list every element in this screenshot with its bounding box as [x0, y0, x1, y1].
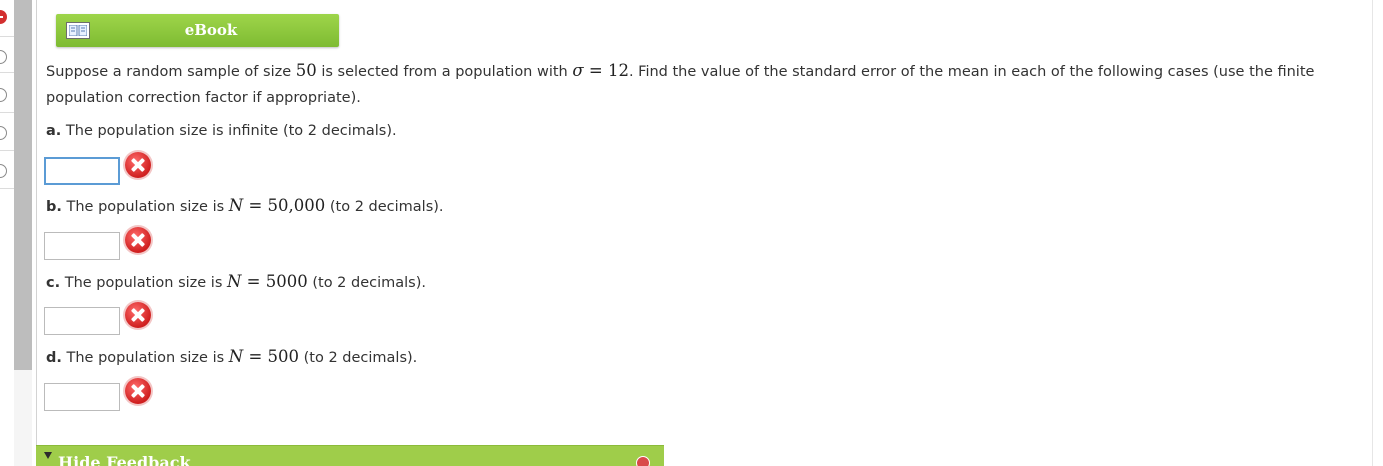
feedback-toggle[interactable]: Hide Feedback	[36, 445, 664, 466]
part-letter: d.	[46, 350, 62, 366]
answer-d-input[interactable]	[44, 383, 120, 411]
equals-sign: =	[583, 61, 608, 80]
population-var: N	[228, 196, 244, 215]
population-value: 50,000	[267, 196, 326, 215]
part-text: The population size is	[60, 275, 227, 291]
prompt-text: is selected from a population with	[316, 64, 573, 80]
close-icon[interactable]	[636, 456, 650, 466]
part-b-prompt: b. The population size is N = 50,000 (to…	[46, 193, 444, 220]
rail-divider	[0, 112, 14, 113]
part-text: (to 2 decimals).	[307, 275, 427, 291]
population-value: 5000	[265, 272, 308, 291]
content-divider	[36, 0, 37, 466]
part-d-prompt: d. The population size is N = 500 (to 2 …	[46, 344, 417, 371]
answer-c-input[interactable]	[44, 307, 120, 335]
ebook-label: eBook	[184, 21, 238, 39]
part-c-prompt: c. The population size is N = 5000 (to 2…	[46, 269, 426, 296]
incorrect-icon	[125, 302, 151, 328]
part-text: The population size is infinite (to 2 de…	[61, 123, 397, 139]
answer-b-input[interactable]	[44, 232, 120, 260]
prompt-text: Suppose a random sample of size	[46, 64, 296, 80]
part-a-prompt: a. The population size is infinite (to 2…	[46, 118, 397, 144]
incorrect-icon	[125, 378, 151, 404]
feedback-label: Hide Feedback	[58, 453, 191, 466]
answer-a-input[interactable]	[44, 157, 120, 185]
population-value: 500	[267, 347, 300, 366]
question-nav-rail	[0, 0, 14, 466]
part-text: The population size is	[61, 199, 229, 215]
status-circle-icon	[0, 164, 7, 178]
rail-divider	[0, 36, 14, 37]
part-letter: a.	[46, 123, 62, 139]
content-divider	[1372, 0, 1373, 466]
status-circle-icon	[0, 88, 7, 102]
ebook-button[interactable]: eBook	[56, 14, 339, 47]
status-circle-icon	[0, 126, 7, 140]
equals-sign: =	[241, 272, 266, 291]
rail-divider	[0, 188, 14, 189]
part-text: (to 2 decimals).	[325, 199, 444, 215]
equals-sign: =	[243, 347, 268, 366]
error-status-icon	[0, 10, 7, 24]
rail-divider	[0, 150, 14, 151]
incorrect-icon	[125, 152, 151, 178]
part-letter: c.	[46, 275, 61, 291]
incorrect-icon	[125, 227, 151, 253]
equals-sign: =	[243, 196, 268, 215]
triangle-down-icon	[44, 452, 52, 459]
question-prompt: Suppose a random sample of size 50 is se…	[46, 58, 1366, 111]
part-text: (to 2 decimals).	[299, 350, 418, 366]
population-var: N	[226, 272, 242, 291]
population-var: N	[228, 347, 244, 366]
status-circle-icon	[0, 50, 7, 64]
page: eBook Suppose a random sample of size 50…	[0, 0, 1383, 466]
rail-divider	[0, 72, 14, 73]
sample-size-value: 50	[295, 61, 317, 80]
sigma-symbol: σ	[572, 61, 584, 80]
part-letter: b.	[46, 199, 62, 215]
scrollbar-thumb[interactable]	[14, 0, 32, 370]
sigma-value: 12	[607, 61, 629, 80]
part-text: The population size is	[61, 350, 229, 366]
